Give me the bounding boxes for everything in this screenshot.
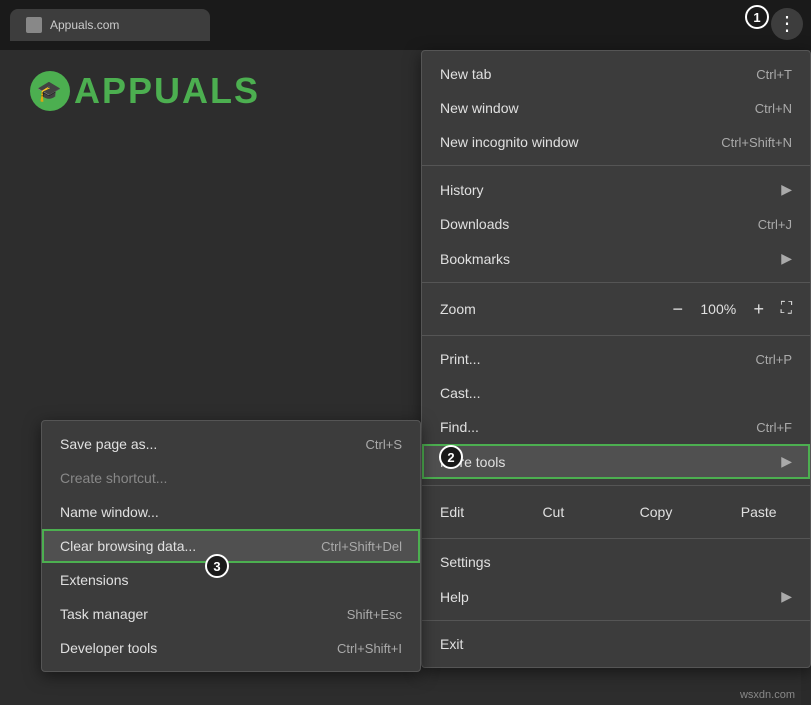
create-shortcut-label: Create shortcut... <box>60 470 402 486</box>
logo-text: 🎓 APPUALS <box>30 70 260 112</box>
browser-chrome: Appuals.com ★ <box>0 0 811 50</box>
menu-item-settings[interactable]: Settings <box>422 545 810 579</box>
page-area: 🎓 APPUALS New tab Ctrl+T New window Ctrl… <box>0 50 811 705</box>
watermark: wsxdn.com <box>740 689 795 701</box>
new-window-label: New window <box>440 100 755 116</box>
bookmarks-arrow-icon: ▶ <box>781 250 792 267</box>
divider-5 <box>422 538 810 539</box>
divider-3 <box>422 335 810 336</box>
find-shortcut: Ctrl+F <box>756 420 792 435</box>
extensions-label: Extensions <box>60 572 402 588</box>
sub-menu-item-developer-tools[interactable]: Developer tools Ctrl+Shift+I <box>42 631 420 665</box>
tab-favicon <box>26 17 42 33</box>
sub-menu-item-create-shortcut[interactable]: Create shortcut... <box>42 461 420 495</box>
history-label: History <box>440 182 773 198</box>
tab-title: Appuals.com <box>50 18 194 32</box>
name-window-label: Name window... <box>60 504 402 520</box>
chrome-menu: New tab Ctrl+T New window Ctrl+N New inc… <box>421 50 811 668</box>
divider-6 <box>422 620 810 621</box>
bookmarks-label: Bookmarks <box>440 251 773 267</box>
exit-label: Exit <box>440 636 792 652</box>
zoom-percent: 100% <box>696 301 741 317</box>
incognito-label: New incognito window <box>440 134 721 150</box>
sub-menu-item-name-window[interactable]: Name window... <box>42 495 420 529</box>
task-manager-shortcut: Shift+Esc <box>347 607 402 622</box>
cast-label: Cast... <box>440 385 792 401</box>
menu-item-bookmarks[interactable]: Bookmarks ▶ <box>422 241 810 276</box>
developer-tools-label: Developer tools <box>60 640 337 656</box>
help-label: Help <box>440 589 773 605</box>
more-tools-submenu: Save page as... Ctrl+S Create shortcut..… <box>41 420 421 672</box>
badge-1: 1 <box>745 5 769 29</box>
incognito-shortcut: Ctrl+Shift+N <box>721 135 792 150</box>
copy-button[interactable]: Copy <box>605 498 708 526</box>
zoom-controls: − 100% + ⛶ <box>664 295 792 323</box>
zoom-minus-button[interactable]: − <box>664 295 692 323</box>
logo-area: 🎓 APPUALS <box>30 70 260 112</box>
three-dot-menu-button[interactable] <box>771 8 803 40</box>
save-page-label: Save page as... <box>60 436 366 452</box>
menu-item-history[interactable]: History ▶ <box>422 172 810 207</box>
clear-browsing-shortcut: Ctrl+Shift+Del <box>321 539 402 554</box>
edit-label: Edit <box>422 498 502 526</box>
logo-label: APPUALS <box>74 70 260 112</box>
menu-item-more-tools[interactable]: More tools ▶ <box>422 444 810 479</box>
divider-4 <box>422 485 810 486</box>
downloads-label: Downloads <box>440 216 758 232</box>
sub-menu-item-save-page[interactable]: Save page as... Ctrl+S <box>42 427 420 461</box>
edit-row: Edit Cut Copy Paste <box>422 492 810 532</box>
menu-item-new-window[interactable]: New window Ctrl+N <box>422 91 810 125</box>
more-tools-label: More tools <box>440 454 773 470</box>
menu-item-incognito[interactable]: New incognito window Ctrl+Shift+N <box>422 125 810 159</box>
more-tools-arrow-icon: ▶ <box>781 453 792 470</box>
menu-item-find[interactable]: Find... Ctrl+F <box>422 410 810 444</box>
badge-3: 3 <box>205 554 229 578</box>
badge-2: 2 <box>439 445 463 469</box>
zoom-plus-button[interactable]: + <box>745 295 773 323</box>
task-manager-label: Task manager <box>60 606 347 622</box>
clear-browsing-label: Clear browsing data... <box>60 538 321 554</box>
fullscreen-icon[interactable]: ⛶ <box>781 300 792 318</box>
menu-item-downloads[interactable]: Downloads Ctrl+J <box>422 207 810 241</box>
downloads-shortcut: Ctrl+J <box>758 217 792 232</box>
menu-item-cast[interactable]: Cast... <box>422 376 810 410</box>
divider-1 <box>422 165 810 166</box>
save-page-shortcut: Ctrl+S <box>366 437 402 452</box>
new-window-shortcut: Ctrl+N <box>755 101 792 116</box>
zoom-label: Zoom <box>440 301 664 317</box>
paste-button[interactable]: Paste <box>707 498 810 526</box>
menu-item-help[interactable]: Help ▶ <box>422 579 810 614</box>
sub-menu-item-task-manager[interactable]: Task manager Shift+Esc <box>42 597 420 631</box>
menu-item-exit[interactable]: Exit <box>422 627 810 661</box>
find-label: Find... <box>440 419 756 435</box>
active-tab[interactable]: Appuals.com <box>10 9 210 41</box>
developer-tools-shortcut: Ctrl+Shift+I <box>337 641 402 656</box>
print-shortcut: Ctrl+P <box>756 352 792 367</box>
sub-menu-item-extensions[interactable]: Extensions <box>42 563 420 597</box>
tab-bar: Appuals.com ★ <box>10 9 801 41</box>
print-label: Print... <box>440 351 756 367</box>
logo-icon: 🎓 <box>30 71 70 111</box>
zoom-row: Zoom − 100% + ⛶ <box>422 289 810 329</box>
new-tab-shortcut: Ctrl+T <box>756 67 792 82</box>
new-tab-label: New tab <box>440 66 756 82</box>
history-arrow-icon: ▶ <box>781 181 792 198</box>
divider-2 <box>422 282 810 283</box>
cut-button[interactable]: Cut <box>502 498 605 526</box>
sub-menu-item-clear-browsing[interactable]: Clear browsing data... Ctrl+Shift+Del <box>42 529 420 563</box>
menu-item-new-tab[interactable]: New tab Ctrl+T <box>422 57 810 91</box>
help-arrow-icon: ▶ <box>781 588 792 605</box>
settings-label: Settings <box>440 554 792 570</box>
menu-item-print[interactable]: Print... Ctrl+P <box>422 342 810 376</box>
